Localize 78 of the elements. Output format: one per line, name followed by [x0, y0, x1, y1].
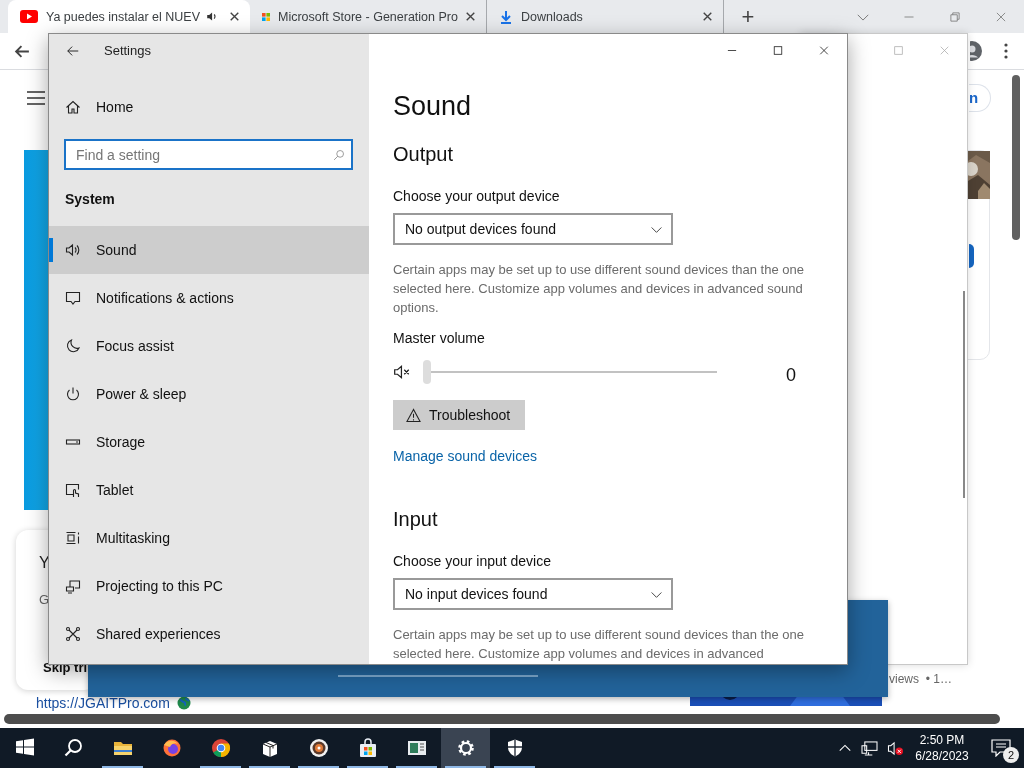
notification-button[interactable]: 2: [978, 728, 1024, 768]
scrollbar[interactable]: [4, 714, 1000, 724]
window-panel-icon: [406, 738, 427, 758]
card-heading: Y: [39, 554, 50, 572]
power-icon: [65, 386, 81, 402]
card-subtext: G: [39, 592, 50, 607]
nav-item[interactable]: Projecting to this PC: [49, 562, 369, 610]
section-heading: Input: [393, 507, 438, 532]
search-icon: [63, 738, 84, 758]
muted-speaker-icon[interactable]: [887, 740, 904, 756]
tab-title: Ya puedes instalar el NUEV: [46, 9, 202, 24]
clock[interactable]: 2:50 PM 6/28/2023: [910, 732, 974, 764]
fox-globe-icon: [161, 738, 182, 758]
globe-icon: [177, 696, 191, 710]
nav-item[interactable]: Focus assist: [49, 322, 369, 370]
round-button[interactable]: [969, 244, 974, 268]
scrollbar[interactable]: [963, 291, 965, 498]
page-heading: Sound: [393, 90, 472, 123]
moon-icon: [65, 338, 81, 354]
more-menu-icon[interactable]: [1004, 43, 1008, 59]
squares-icon: [262, 12, 270, 21]
taskbar-button[interactable]: [441, 728, 490, 768]
nav-item[interactable]: Power & sleep: [49, 370, 369, 418]
manage-devices-link[interactable]: Manage sound devices: [393, 446, 537, 466]
close-icon[interactable]: [465, 11, 476, 22]
browser-tab[interactable]: Downloads: [487, 0, 724, 33]
section-heading: Output: [393, 142, 454, 167]
nav-item[interactable]: Tablet: [49, 466, 369, 514]
browser-tab[interactable]: Microsoft Store - Generation Pro: [250, 0, 487, 33]
nav-item[interactable]: Storage: [49, 418, 369, 466]
disc-icon: [308, 738, 329, 758]
window-title: Settings: [104, 43, 151, 58]
home-icon: [65, 99, 81, 115]
field-label: Master volume: [393, 329, 485, 348]
shared-icon: [65, 626, 81, 642]
nav-item[interactable]: Notifications & actions: [49, 274, 369, 322]
video-play-icon: [20, 10, 38, 23]
chrome-logo-icon: [210, 738, 231, 758]
nav-item[interactable]: Multitasking: [49, 514, 369, 562]
back-arrow-icon[interactable]: [66, 43, 80, 58]
close-icon[interactable]: [229, 11, 240, 22]
device-dropdown[interactable]: No output devices found: [393, 213, 673, 245]
shopping-bag-icon: [357, 738, 378, 758]
settings-icon: [455, 738, 476, 758]
section-heading: System: [65, 191, 116, 209]
description-text: Certain apps may be set up to use different sound devices than the one selected here. Customize app volumes and devices in advanced: [393, 626, 805, 663]
tab-title: Microsoft Store - Generation Pro: [278, 9, 459, 24]
description-text: Certain apps may be set up to use different sound devices than the one selected here. Customize app volumes and devices in advanced sound options.: [393, 261, 805, 317]
monitor-icon: [65, 578, 81, 594]
menu-icon[interactable]: [27, 91, 45, 105]
volume-slider[interactable]: [423, 360, 717, 384]
notification-count: 2: [1003, 747, 1019, 763]
speaker-icon: [65, 242, 81, 258]
network-icon[interactable]: [861, 740, 878, 756]
troubleshoot-button[interactable]: Troubleshoot: [393, 400, 526, 430]
browser-tab[interactable]: Ya puedes instalar el NUEV: [8, 0, 250, 33]
scrollbar[interactable]: [1012, 75, 1020, 240]
site-link[interactable]: https://JGAITPro.com: [36, 695, 170, 711]
slider-thumb[interactable]: [423, 360, 431, 384]
warning-icon: [406, 407, 421, 423]
speaker-icon[interactable]: [206, 10, 219, 23]
field-label: Choose your input device: [393, 552, 551, 571]
muted-speaker-icon[interactable]: [393, 363, 411, 381]
close-icon[interactable]: [702, 11, 713, 22]
nav-item[interactable]: Shared experiences: [49, 610, 369, 658]
multitasking-icon: [65, 530, 81, 546]
download-icon: [499, 9, 513, 24]
field-label: Choose your output device: [393, 187, 560, 206]
speech-bubble-icon: [65, 290, 81, 306]
tablet-icon: [65, 482, 81, 498]
tab-title: Downloads: [521, 9, 584, 24]
volume-value: 0: [786, 364, 796, 386]
new-tab-button[interactable]: +: [724, 0, 772, 33]
device-dropdown[interactable]: No input devices found: [393, 578, 673, 610]
video-meta: views • 1…: [889, 672, 952, 686]
home-item[interactable]: Home: [49, 85, 369, 129]
windows-logo-icon: [14, 738, 35, 758]
nav-item[interactable]: Sound: [49, 226, 369, 274]
